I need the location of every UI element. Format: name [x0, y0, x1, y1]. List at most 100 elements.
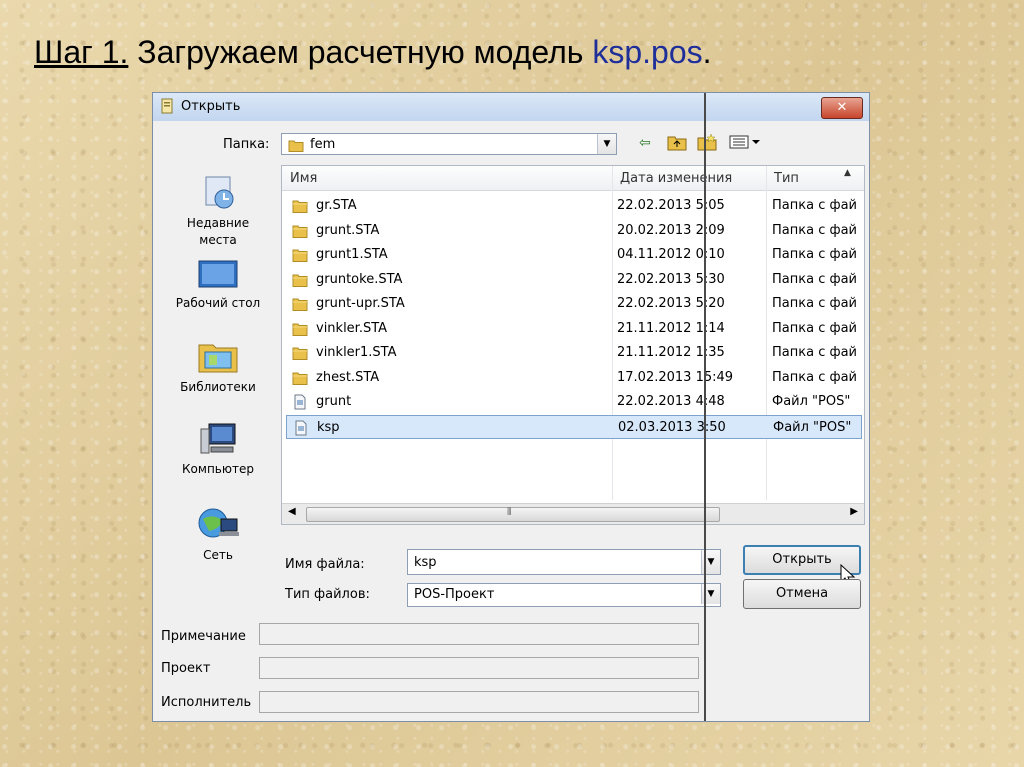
folder-value: fem: [310, 137, 336, 152]
folder-icon: [292, 272, 308, 292]
file-date: 22.02.2013 4:48: [617, 394, 725, 409]
scroll-right-icon[interactable]: ▶: [850, 506, 858, 517]
title-text: Загружаем расчетную модель: [137, 34, 584, 70]
libraries-icon: [197, 344, 239, 379]
folder-icon: [292, 247, 308, 267]
folder-icon: [292, 345, 308, 365]
dialog-titlebar: Открыть ✕: [153, 93, 869, 121]
close-button[interactable]: ✕: [821, 97, 863, 119]
file-name: gr.STA: [316, 198, 357, 213]
filename-label: Имя файла:: [285, 557, 365, 572]
open-file-dialog: Открыть ✕ Папка: fem ▼ ⇦ Недавние места …: [152, 92, 870, 722]
file-name: grunt.STA: [316, 222, 380, 238]
file-icon: [292, 394, 308, 414]
new-folder-icon[interactable]: [697, 133, 717, 155]
file-name: grunt: [316, 394, 352, 409]
place-label: Компьютер: [182, 462, 254, 476]
file-date: 20.02.2013 2:09: [617, 222, 725, 238]
file-row[interactable]: ksp 02.03.2013 3:50 Файл "POS": [286, 414, 862, 440]
note-field: [259, 623, 699, 645]
file-row[interactable]: grunt-upr.STA 22.02.2013 5:20 Папка с фай: [286, 292, 862, 316]
grip-icon: ⦀: [507, 507, 512, 518]
file-name: grunt-upr.STA: [316, 296, 405, 311]
divider-line: [704, 93, 706, 721]
file-type: Файл "POS": [773, 419, 852, 435]
back-icon[interactable]: ⇦: [639, 135, 651, 151]
file-date: 22.02.2013 5:05: [617, 198, 725, 213]
model-name: ksp.pos: [592, 34, 703, 70]
file-row[interactable]: grunt1.STA 04.11.2012 0:10 Папка с фай: [286, 243, 862, 267]
view-menu-icon[interactable]: [729, 135, 761, 153]
filename-input[interactable]: ksp ▼: [407, 549, 721, 575]
file-name: ksp: [317, 419, 340, 435]
file-name: zhest.STA: [316, 369, 380, 385]
step-label: Шаг 1.: [34, 34, 129, 70]
horizontal-scrollbar[interactable]: ◀ ⦀ ▶: [282, 503, 864, 524]
folder-icon: [292, 321, 308, 341]
note-label: Примечание: [161, 629, 246, 644]
file-date: 02.03.2013 3:50: [618, 419, 726, 435]
filetype-label: Тип файлов:: [285, 587, 370, 602]
place-label: Библиотеки: [180, 380, 256, 394]
list-header: Имя Дата изменения Тип ▲: [282, 166, 864, 191]
place-recent[interactable]: Недавние места: [161, 173, 275, 249]
place-computer[interactable]: Компьютер: [161, 421, 275, 478]
title-period: .: [702, 34, 712, 70]
file-icon: [293, 420, 309, 440]
sort-up-icon: ▲: [844, 168, 851, 178]
computer-icon: [197, 423, 239, 461]
file-type: Папка с фай: [772, 320, 858, 336]
file-row[interactable]: gruntoke.STA 22.02.2013 5:30 Папка с фай: [286, 268, 862, 292]
desktop-icon: [197, 260, 239, 295]
place-label: Сеть: [203, 548, 233, 562]
column-type[interactable]: Тип: [774, 171, 799, 186]
project-field: [259, 657, 699, 679]
file-row[interactable]: zhest.STA 17.02.2013 15:49 Папка с фай: [286, 366, 862, 390]
recent-places-icon: [198, 176, 238, 215]
place-desktop[interactable]: Рабочий стол: [161, 259, 275, 312]
file-name: gruntoke.STA: [316, 271, 403, 287]
executor-label: Исполнитель: [161, 695, 252, 710]
folder-label: Папка:: [223, 137, 270, 152]
file-date: 21.11.2012 1:35: [617, 345, 725, 360]
file-type: Папка с фай: [772, 198, 858, 213]
file-date: 17.02.2013 15:49: [617, 369, 734, 385]
scrollbar-thumb[interactable]: ⦀: [306, 507, 720, 522]
folder-icon: [292, 223, 308, 243]
slide-title: Шаг 1. Загружаем расчетную модель ksp.po…: [34, 34, 712, 71]
filename-value: ksp: [414, 555, 437, 570]
folder-icon: [288, 137, 304, 156]
place-label: Недавние места: [186, 216, 250, 247]
file-list[interactable]: Имя Дата изменения Тип ▲ gr.STA 22.02.201…: [281, 165, 865, 525]
file-type: Папка с фай: [772, 369, 858, 385]
file-name: vinkler.STA: [316, 320, 388, 336]
place-libraries[interactable]: Библиотеки: [161, 339, 275, 396]
file-row[interactable]: grunt 22.02.2013 4:48 Файл "POS": [286, 390, 862, 414]
file-date: 22.02.2013 5:30: [617, 271, 725, 287]
file-name: vinkler1.STA: [316, 345, 397, 360]
filetype-select[interactable]: POS-Проект ▼: [407, 583, 721, 607]
file-row[interactable]: vinkler1.STA 21.11.2012 1:35 Папка с фай: [286, 341, 862, 365]
executor-field: [259, 691, 699, 713]
project-label: Проект: [161, 661, 211, 676]
cancel-button[interactable]: Отмена: [743, 579, 861, 609]
file-date: 22.02.2013 5:20: [617, 296, 725, 311]
file-row[interactable]: gr.STA 22.02.2013 5:05 Папка с фай: [286, 194, 862, 218]
file-date: 04.11.2012 0:10: [617, 247, 725, 262]
place-network[interactable]: Сеть: [161, 505, 275, 564]
file-type: Папка с фай: [772, 222, 858, 238]
dialog-title: Открыть: [181, 99, 241, 114]
file-row[interactable]: grunt.STA 20.02.2013 2:09 Папка с фай: [286, 219, 862, 243]
chevron-down-icon[interactable]: ▼: [597, 134, 616, 154]
network-icon: [197, 508, 239, 547]
column-date[interactable]: Дата изменения: [620, 171, 732, 186]
up-folder-icon[interactable]: [667, 133, 687, 155]
file-name: grunt1.STA: [316, 247, 388, 262]
file-row[interactable]: vinkler.STA 21.11.2012 1:14 Папка с фай: [286, 317, 862, 341]
folder-select[interactable]: fem ▼: [281, 133, 617, 155]
folder-icon: [292, 370, 308, 390]
file-type: Папка с фай: [772, 271, 858, 287]
column-name[interactable]: Имя: [290, 171, 317, 186]
file-type: Папка с фай: [772, 247, 858, 262]
scroll-left-icon[interactable]: ◀: [288, 506, 296, 517]
